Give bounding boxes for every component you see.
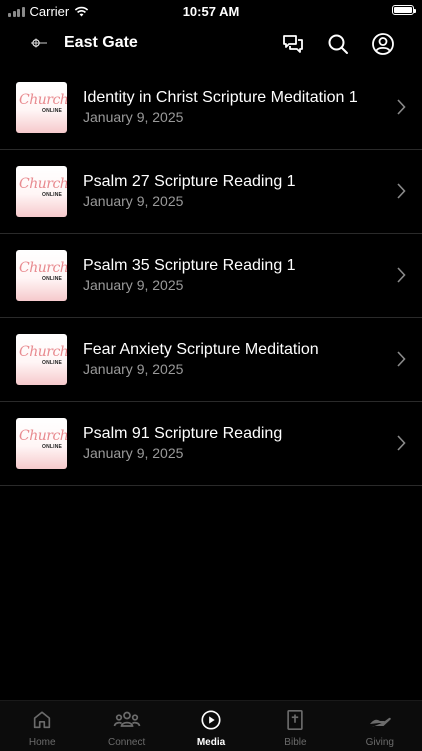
- status-time: 10:57 AM: [182, 4, 240, 19]
- play-icon: [201, 710, 221, 730]
- bible-icon: [287, 710, 304, 730]
- app-header: East Gate: [0, 26, 422, 62]
- chevron-right-icon: [397, 435, 406, 451]
- thumbnail-sub-text: ONLINE: [42, 108, 63, 114]
- media-list: Church ONLINE Identity in Christ Scriptu…: [0, 66, 422, 486]
- thumbnail-script-text: Church: [19, 260, 67, 276]
- item-date: January 9, 2025: [83, 361, 184, 377]
- chevron-right-icon: [397, 351, 406, 367]
- search-icon[interactable]: [326, 32, 350, 56]
- item-date: January 9, 2025: [83, 109, 184, 125]
- item-title: Psalm 91 Scripture Reading: [83, 425, 283, 442]
- battery-icon: [392, 5, 416, 15]
- thumbnail-script-text: Church: [19, 344, 67, 360]
- tab-label: Giving: [365, 737, 394, 748]
- account-icon[interactable]: [371, 32, 395, 56]
- media-thumbnail: Church ONLINE: [16, 250, 67, 301]
- thumbnail-sub-text: ONLINE: [42, 444, 63, 450]
- item-title: Psalm 35 Scripture Reading 1: [83, 257, 296, 274]
- media-thumbnail: Church ONLINE: [16, 334, 67, 385]
- tab-label: Bible: [284, 737, 307, 748]
- chat-icon[interactable]: [281, 32, 305, 56]
- list-item[interactable]: Church ONLINE Fear Anxiety Scripture Med…: [0, 318, 422, 402]
- church-logo-icon[interactable]: [30, 36, 48, 50]
- thumbnail-script-text: Church: [19, 176, 67, 192]
- list-item[interactable]: Church ONLINE Psalm 91 Scripture Reading…: [0, 402, 422, 486]
- tab-giving[interactable]: Giving: [338, 701, 422, 751]
- chevron-right-icon: [397, 183, 406, 199]
- item-title: Psalm 27 Scripture Reading 1: [83, 173, 296, 190]
- tab-home[interactable]: Home: [0, 701, 84, 751]
- list-item[interactable]: Church ONLINE Identity in Christ Scriptu…: [0, 66, 422, 150]
- chevron-right-icon: [397, 99, 406, 115]
- list-item[interactable]: Church ONLINE Psalm 27 Scripture Reading…: [0, 150, 422, 234]
- giving-hand-icon: [369, 717, 391, 728]
- item-date: January 9, 2025: [83, 193, 184, 209]
- thumbnail-script-text: Church: [19, 92, 67, 108]
- item-title: Fear Anxiety Scripture Meditation: [83, 341, 319, 358]
- media-thumbnail: Church ONLINE: [16, 418, 67, 469]
- item-title: Identity in Christ Scripture Meditation …: [83, 89, 358, 106]
- tab-media[interactable]: Media: [169, 701, 253, 751]
- item-date: January 9, 2025: [83, 445, 184, 461]
- tab-bible[interactable]: Bible: [253, 701, 337, 751]
- page-title: East Gate: [64, 34, 138, 51]
- thumbnail-sub-text: ONLINE: [42, 360, 63, 366]
- tab-bar: Home Connect Media Bible Giving: [0, 700, 422, 751]
- people-icon: [113, 711, 140, 727]
- item-date: January 9, 2025: [83, 277, 184, 293]
- list-item[interactable]: Church ONLINE Psalm 35 Scripture Reading…: [0, 234, 422, 318]
- thumbnail-sub-text: ONLINE: [42, 192, 63, 198]
- tab-label: Connect: [107, 737, 146, 748]
- home-icon: [34, 711, 51, 729]
- media-thumbnail: Church ONLINE: [16, 166, 67, 217]
- tab-label: Home: [28, 737, 56, 748]
- status-bar: Carrier 10:57 AM: [0, 0, 422, 24]
- thumbnail-sub-text: ONLINE: [42, 276, 63, 282]
- media-thumbnail: Church ONLINE: [16, 82, 67, 133]
- thumbnail-script-text: Church: [19, 428, 67, 444]
- tab-connect[interactable]: Connect: [84, 701, 168, 751]
- chevron-right-icon: [397, 267, 406, 283]
- tab-label: Media: [196, 737, 226, 748]
